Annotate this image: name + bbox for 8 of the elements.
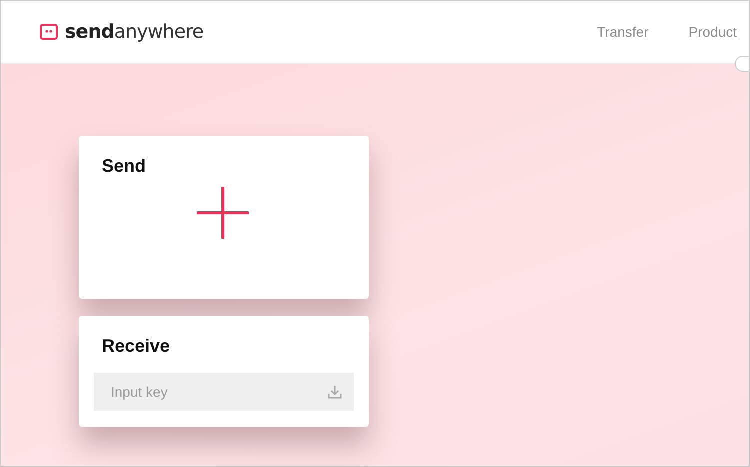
key-input-field[interactable]: Input key bbox=[94, 373, 354, 411]
add-icon[interactable] bbox=[196, 187, 248, 239]
nav-link[interactable]: Product bbox=[688, 24, 737, 40]
card-title: Send bbox=[102, 156, 148, 177]
brand-name: sendanywhere bbox=[65, 21, 204, 43]
card-title: Receive bbox=[102, 336, 170, 356]
logo-icon bbox=[39, 22, 59, 42]
nav-link[interactable]: Transfer bbox=[597, 24, 649, 40]
